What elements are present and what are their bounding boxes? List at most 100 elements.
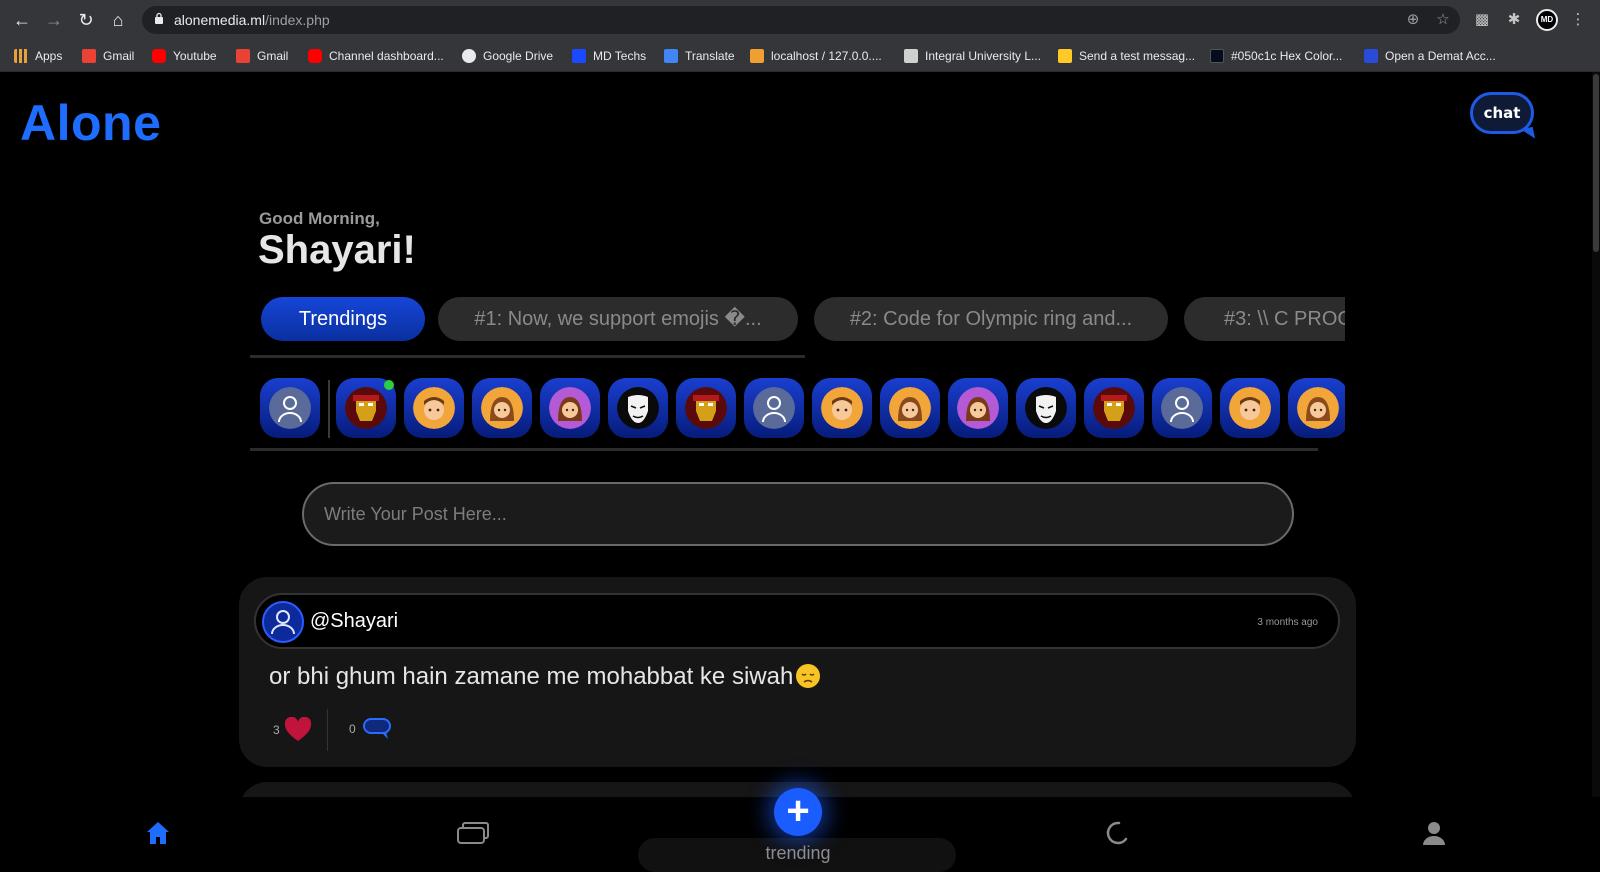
page-scrollbar[interactable] [1592, 72, 1600, 868]
university-icon [904, 49, 918, 63]
ironman-avatar-icon [345, 387, 387, 429]
home-icon[interactable]: ⌂ [106, 8, 130, 32]
trending-tabs: Trendings #1: Now, we support emojis �..… [260, 297, 1345, 341]
back-arrow-icon[interactable]: ← [10, 8, 34, 32]
add-post-button[interactable]: + [774, 788, 822, 836]
story-avatar[interactable] [676, 378, 736, 438]
bookmark-channel-dashboard[interactable]: Channel dashboard... [308, 48, 444, 64]
app-logo[interactable]: Alone [20, 94, 161, 152]
demat-icon [1364, 49, 1378, 63]
phpmyadmin-icon [750, 49, 764, 63]
story-avatar[interactable] [880, 378, 940, 438]
trending-label[interactable]: trending [740, 843, 856, 864]
md-techs-icon [572, 49, 586, 63]
chat-bubble-tail [1520, 126, 1536, 142]
tab-trendings[interactable]: Trendings [261, 297, 425, 341]
cast-icon[interactable]: ▩ [1472, 10, 1492, 30]
browser-toolbar: ← → ↻ ⌂ alonemedia.ml/index.php ⊕ ☆ ▩ ✱ … [0, 0, 1600, 40]
bookmark-md-techs[interactable]: MD Techs [572, 48, 646, 64]
profile-avatar[interactable]: MD [1536, 9, 1558, 31]
bookmark-apps[interactable]: Apps [14, 48, 62, 64]
install-app-icon[interactable]: ⊕ [1404, 11, 1422, 29]
lock-icon [155, 12, 163, 24]
address-bar[interactable]: alonemedia.ml/index.php ⊕ ☆ [142, 6, 1460, 34]
bookmark-gmail-2[interactable]: Gmail [236, 48, 288, 64]
anonymous-mask-avatar-icon [1025, 387, 1067, 429]
bookmark-send-test-message[interactable]: Send a test messag... [1058, 48, 1195, 64]
color-swatch-icon [1210, 49, 1224, 63]
pensive-face-emoji-icon [796, 664, 821, 688]
extensions-puzzle-icon[interactable]: ✱ [1504, 10, 1524, 30]
app-page: Alone chat Good Morning, Shayari! Trendi… [0, 72, 1600, 868]
story-avatar[interactable] [472, 378, 532, 438]
globe-icon [462, 49, 476, 63]
woman-avatar-icon [1297, 387, 1339, 429]
story-avatar[interactable] [744, 378, 804, 438]
stack-cards-icon[interactable] [456, 819, 490, 847]
story-avatar[interactable] [1084, 378, 1144, 438]
bookmark-hex-color[interactable]: #050c1c Hex Color... [1210, 48, 1342, 64]
bookmark-google-drive[interactable]: Google Drive [462, 48, 553, 64]
stories-underline [250, 448, 1318, 451]
story-avatar[interactable] [260, 378, 320, 438]
scrollbar-thumb[interactable] [1593, 74, 1599, 252]
tab-trending-1[interactable]: #1: Now, we support emojis �... [438, 297, 798, 341]
tab-trending-2[interactable]: #2: Code for Olympic ring and... [814, 297, 1168, 341]
bookmarks-bar: Apps Gmail Youtube Gmail Channel dashboa… [0, 40, 1600, 72]
story-avatar[interactable] [404, 378, 464, 438]
loading-moon-icon[interactable] [1102, 819, 1130, 847]
profile-nav-icon[interactable] [1420, 819, 1448, 847]
youtube-studio-icon [308, 49, 322, 63]
post-avatar[interactable] [262, 601, 304, 643]
gmail-icon [236, 49, 250, 63]
stories-separator [328, 380, 330, 438]
post-actions-divider [327, 709, 328, 751]
story-avatar[interactable] [336, 378, 396, 438]
like-count: 3 [273, 723, 280, 737]
bookmark-youtube[interactable]: Youtube [152, 48, 217, 64]
translate-icon [664, 49, 678, 63]
default-user-avatar-icon [753, 387, 795, 429]
tabs-underline [250, 355, 805, 358]
post-card: @Shayari 3 months ago or bhi ghum hain z… [239, 577, 1356, 767]
story-avatar[interactable] [1288, 378, 1345, 438]
post-text: or bhi ghum hain zamane me mohabbat ke s… [269, 663, 821, 691]
story-avatar[interactable] [1016, 378, 1076, 438]
write-post-input[interactable] [302, 482, 1294, 546]
story-avatar[interactable] [812, 378, 872, 438]
bookmark-gmail[interactable]: Gmail [82, 48, 134, 64]
apps-grid-icon [14, 49, 28, 63]
username-heading: Shayari! [258, 228, 416, 272]
post-username[interactable]: @Shayari [310, 610, 398, 633]
post-timestamp: 3 months ago [1257, 617, 1318, 628]
story-avatar[interactable] [540, 378, 600, 438]
default-user-avatar-icon [1161, 387, 1203, 429]
forward-arrow-icon[interactable]: → [42, 8, 66, 32]
woman-purple-avatar-icon [957, 387, 999, 429]
comment-button[interactable]: 0 [349, 717, 392, 741]
story-avatar[interactable] [1152, 378, 1212, 438]
firebase-icon [1058, 49, 1072, 63]
bookmark-translate[interactable]: Translate [664, 48, 735, 64]
story-avatar[interactable] [608, 378, 668, 438]
bookmark-demat-account[interactable]: Open a Demat Acc... [1364, 48, 1496, 64]
woman-avatar-icon [481, 387, 523, 429]
online-indicator [384, 380, 394, 390]
tab-trending-3[interactable]: #3: \\ C PROGRAM [1184, 297, 1345, 341]
user-silhouette-icon [271, 610, 295, 635]
post-header: @Shayari 3 months ago [254, 593, 1340, 649]
man-avatar-icon [413, 387, 455, 429]
comment-bubble-icon [362, 718, 391, 739]
reload-icon[interactable]: ↻ [74, 8, 98, 32]
url-text: alonemedia.ml/index.php [174, 12, 330, 28]
ironman-avatar-icon [685, 387, 727, 429]
story-avatar[interactable] [1220, 378, 1280, 438]
like-button[interactable]: 3 [273, 717, 312, 743]
bookmark-star-icon[interactable]: ☆ [1434, 11, 1452, 29]
bookmark-integral-university[interactable]: Integral University L... [904, 48, 1041, 64]
story-avatar[interactable] [948, 378, 1008, 438]
heart-icon [284, 717, 311, 741]
home-nav-icon[interactable] [144, 819, 172, 847]
bookmark-localhost[interactable]: localhost / 127.0.0.... [750, 48, 882, 64]
menu-kebab-icon[interactable]: ⋮ [1568, 10, 1588, 30]
